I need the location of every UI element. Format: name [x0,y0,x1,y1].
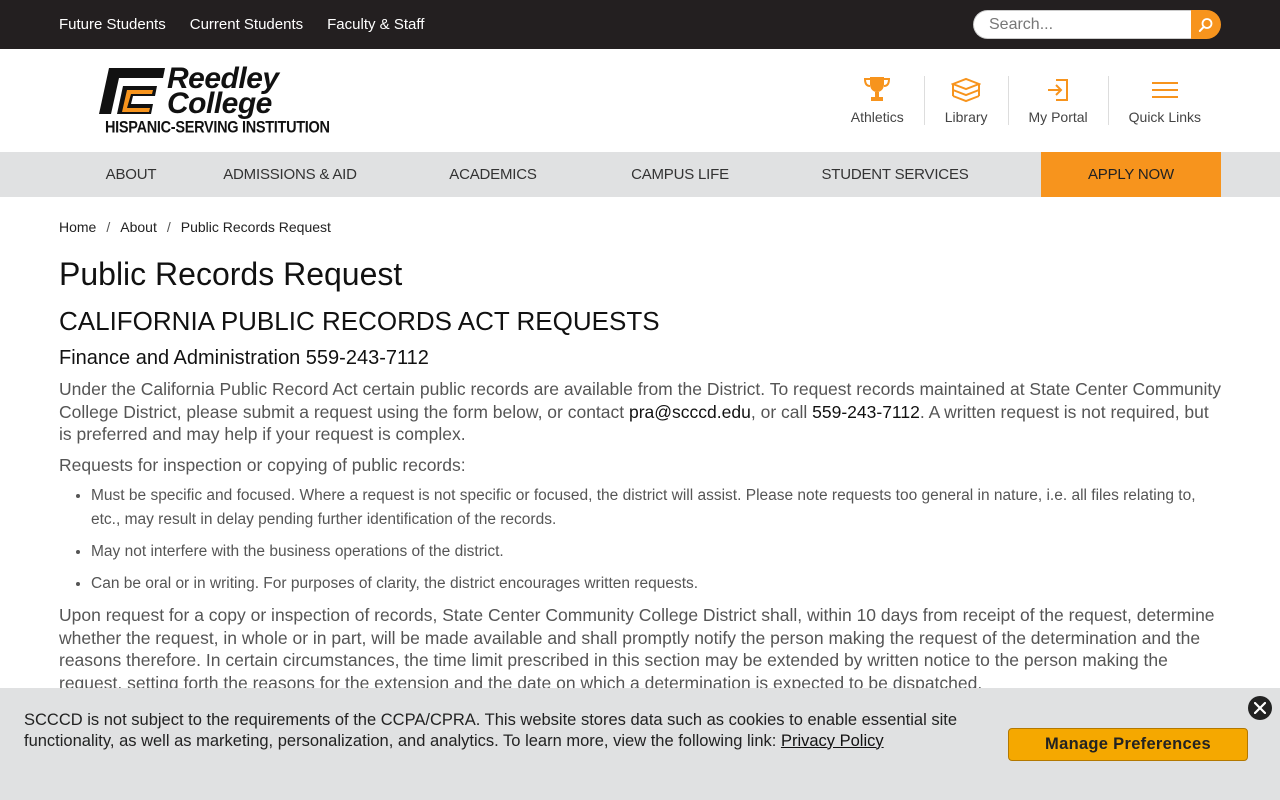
subsection-title: Finance and Administration 559-243-7112 [59,347,429,369]
quick-nav-label: My Portal [1028,109,1088,125]
privacy-policy-link[interactable]: Privacy Policy [781,732,884,750]
breadcrumb-current: Public Records Request [180,219,331,235]
phone-link[interactable]: 559-243-7112 [812,402,920,422]
requests-intro: Requests for inspection or copying of pu… [59,454,466,475]
quick-nav-my-portal[interactable]: My Portal [1009,76,1109,125]
intro-text: , or call [750,401,813,422]
close-cookie-button[interactable] [1248,696,1272,720]
cookie-message: SCCCD is not subject to the requirements… [24,710,984,751]
books-icon [951,77,982,103]
trophy-icon [864,77,891,101]
breadcrumb-home[interactable]: Home [59,219,96,235]
close-icon [1254,702,1266,714]
search-box [973,10,1221,39]
link-current-students[interactable]: Current Students [190,16,303,33]
search-input[interactable] [973,10,1191,39]
list-item: Can be oral or in writing. For purposes … [91,572,1221,596]
email-link[interactable]: pra@scccd.edu [629,402,751,422]
response-paragraph: Upon request for a copy or inspection of… [59,605,1215,693]
quick-nav-athletics[interactable]: Athletics [831,76,925,125]
list-item: May not interfere with the business oper… [91,540,1221,564]
breadcrumb: Home / About / Public Records Request [59,219,1221,235]
sign-in-icon [1048,79,1069,101]
quick-nav-label: Quick Links [1128,109,1201,125]
quick-nav-label: Athletics [850,109,904,125]
page-title: Public Records Request [59,256,403,292]
quick-nav-label: Library [944,109,988,125]
search-icon [1198,17,1213,32]
breadcrumb-separator: / [106,219,111,235]
audience-links: Future Students Current Students Faculty… [59,16,424,33]
quick-nav-library[interactable]: Library [925,76,1009,125]
menu-icon [1151,82,1178,98]
list-item: Must be specific and focused. Where a re… [91,484,1221,532]
requirements-list: Must be specific and focused. Where a re… [59,484,1221,596]
site-header: Reedley College HISPANIC-SERVING INSTITU… [0,49,1280,152]
manage-preferences-button[interactable]: Manage Preferences [1008,728,1248,761]
main-nav: ABOUT ADMISSIONS & AID ACADEMICS CAMPUS … [0,152,1280,197]
breadcrumb-separator: / [166,219,171,235]
intro-paragraph: Under the California Public Record Act c… [59,378,1221,446]
quick-nav: Athletics Library My Portal Quick Links [831,76,1221,125]
logo-text-college: College [167,86,272,120]
nav-campus-life[interactable]: CAMPUS LIFE [609,152,751,197]
breadcrumb-about[interactable]: About [120,219,157,235]
link-future-students[interactable]: Future Students [59,16,166,33]
section-title: CALIFORNIA PUBLIC RECORDS ACT REQUESTS [59,306,660,336]
apply-now-button[interactable]: APPLY NOW [1041,152,1221,197]
quick-nav-quick-links[interactable]: Quick Links [1109,76,1221,125]
nav-student-services[interactable]: STUDENT SERVICES [751,152,1039,197]
college-logo[interactable]: Reedley College HISPANIC-SERVING INSTITU… [95,63,335,137]
utility-bar: Future Students Current Students Faculty… [0,0,1280,49]
logo-tagline: HISPANIC-SERVING INSTITUTION [105,118,330,137]
cookie-banner: SCCCD is not subject to the requirements… [0,688,1280,800]
nav-academics[interactable]: ACADEMICS [377,152,609,197]
main-content: Home / About / Public Records Request Pu… [0,219,1280,694]
nav-about[interactable]: ABOUT [59,152,203,197]
search-button[interactable] [1191,10,1221,39]
nav-admissions-aid[interactable]: ADMISSIONS & AID [203,152,377,197]
rc-logo-mark-icon [99,67,165,114]
link-faculty-staff[interactable]: Faculty & Staff [327,16,424,33]
